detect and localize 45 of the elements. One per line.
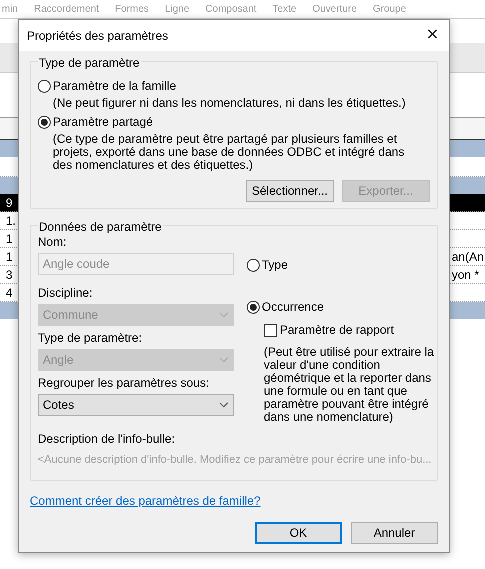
field-label: Nom: — [38, 235, 68, 250]
field-label: Description de l'info-bulle: — [38, 431, 176, 448]
dialog-button[interactable]: Annuler — [351, 522, 438, 544]
option-description: (Ne peut figurer ni dans les nomenclatures, ni dans les étiquettes.) — [53, 97, 407, 110]
table-cell-text: 9 — [6, 194, 13, 212]
ribbon-tab[interactable]: Texte — [272, 2, 297, 16]
chevron-down-icon — [219, 357, 229, 363]
table-cell-text: 4 — [6, 284, 13, 302]
radio-button[interactable] — [247, 258, 260, 272]
report-note: (Peut être utilisé pour extraire la valeur d'une condition géométrique et la reporter dans une formule ou en tant que paramètre pouvant être intégré dans une nomenclature) — [264, 346, 436, 424]
ribbon-tab[interactable]: min — [2, 2, 18, 16]
radio-button[interactable] — [247, 300, 260, 314]
chevron-down-icon — [219, 312, 229, 318]
radio-label[interactable]: Paramètre partagé — [53, 113, 154, 131]
table-cell-text: an(An — [452, 248, 485, 266]
window-title: Propriétés des paramètres — [27, 28, 168, 44]
ribbon-tab[interactable]: Composant — [206, 2, 257, 16]
radio-button[interactable] — [38, 116, 51, 128]
field-label: Type de paramètre: — [38, 331, 144, 346]
ribbon-tab[interactable]: Raccordement — [34, 2, 100, 16]
table-cell-text: 1. — [6, 212, 16, 230]
table-cell-text: 1 — [6, 248, 13, 266]
tooltip-description-field[interactable]: <Aucune description d'info-bulle. Modifiez ce paramètre pour écrire une info-bu... — [38, 452, 430, 468]
checkbox-label[interactable]: Paramètre de rapport — [280, 321, 394, 339]
table-cell-text: 3 — [6, 266, 13, 284]
radio-label[interactable]: Type — [262, 256, 288, 274]
ribbon-tab[interactable]: Groupe — [373, 2, 406, 16]
table-cell-text: 1 — [6, 230, 13, 248]
ribbon-tab[interactable]: Ouverture — [312, 2, 358, 16]
radio-label[interactable]: Occurrence — [262, 298, 324, 316]
chevron-down-icon — [219, 402, 229, 408]
dropdown[interactable]: Cotes — [38, 394, 234, 416]
dialog-button[interactable]: Sélectionner... — [246, 180, 334, 202]
help-link[interactable]: Comment créer des paramètres de famille? — [30, 492, 438, 510]
option-description: (Ce type de paramètre peut être partagé par plusieurs familles et projets, exporté dans une base de données ODBC et intégré dans des nomenclatures et des étiquettes.) — [53, 133, 406, 172]
ribbon-tab[interactable]: Formes — [115, 2, 150, 16]
close-button[interactable]: ✕ — [426, 28, 439, 44]
table-cell-text: yon * — [452, 266, 480, 284]
field-label: Regrouper les paramètres sous: — [38, 376, 210, 391]
checkbox[interactable] — [264, 324, 277, 336]
radio-button[interactable] — [38, 80, 51, 92]
radio-label[interactable]: Paramètre de la famille — [53, 77, 176, 95]
field-label: Discipline: — [38, 286, 94, 301]
dialog-button[interactable]: OK — [255, 522, 342, 544]
ribbon-tab[interactable]: Ligne — [165, 2, 190, 16]
